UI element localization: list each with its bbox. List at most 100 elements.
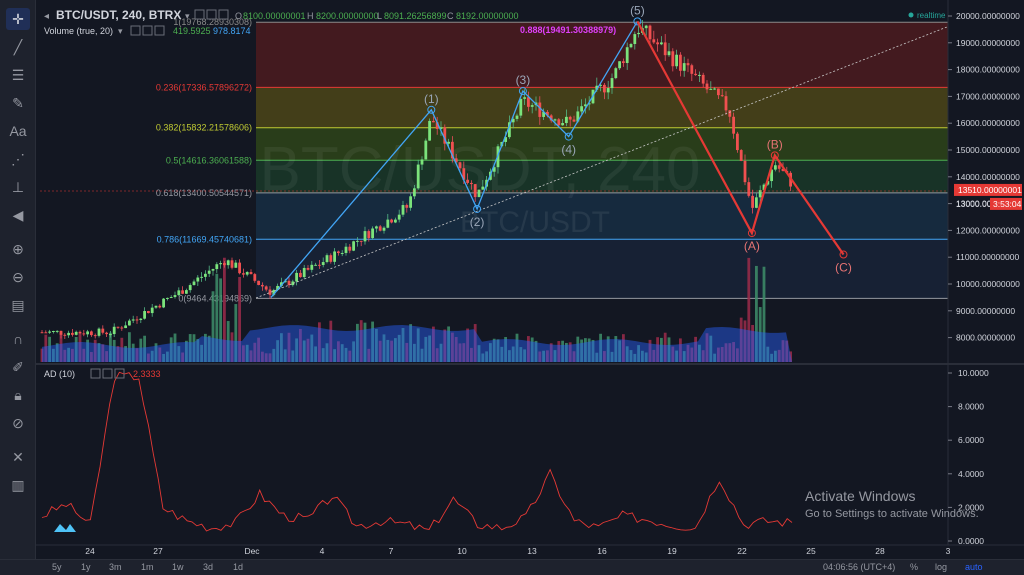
candle-body <box>352 241 355 251</box>
eye-icon[interactable] <box>130 25 141 36</box>
timeframe-5y[interactable]: 5y <box>52 562 62 572</box>
trash-icon[interactable]: ▥ <box>6 474 30 496</box>
candle-body <box>295 272 298 282</box>
candle-body <box>230 260 234 268</box>
candle-body <box>375 226 378 229</box>
candle-body <box>185 290 188 294</box>
wave-label: (C) <box>835 261 852 275</box>
settings-icon[interactable] <box>142 25 153 36</box>
price-tick-label: 14000.00000000 <box>956 172 1020 182</box>
activate-windows-watermark: Activate Windows Go to Settings to activ… <box>805 488 979 520</box>
symbol-title[interactable]: BTC/USDT, 240, BTRX <box>56 8 181 22</box>
price-chart[interactable]: 1(19768.28930308)0.236(17336.57896272)0.… <box>0 0 1024 560</box>
wave-label: (4) <box>561 143 576 157</box>
timeframe-1w[interactable]: 1w <box>172 562 184 572</box>
candle-body <box>428 120 431 141</box>
clock[interactable]: 04:06:56 (UTC+4) <box>823 562 895 572</box>
lock-icon[interactable]: 🔒︎ <box>6 384 30 406</box>
ohlc-h-key: H <box>307 11 314 21</box>
pattern-icon[interactable]: ⋰ <box>6 148 30 170</box>
ad-tick-label: 4.0000 <box>958 469 984 479</box>
zoom-in-icon[interactable]: ⊕ <box>6 238 30 260</box>
ohlc-l-value: 8091.26256899 <box>384 11 447 21</box>
candle-body <box>158 305 162 308</box>
ad-line <box>41 371 793 532</box>
candle-body <box>249 272 253 275</box>
candle-body <box>553 119 557 121</box>
candle-body <box>519 98 523 116</box>
text-tool-icon[interactable]: Aa <box>6 120 30 142</box>
candle-body <box>253 274 257 281</box>
settings-icon[interactable] <box>102 368 113 379</box>
ad-legend[interactable]: AD (10) <box>44 369 75 379</box>
candle-body <box>698 74 701 76</box>
measure-icon[interactable]: ⊥ <box>6 176 30 198</box>
candle-body <box>667 51 671 56</box>
brush-icon[interactable]: ✎ <box>6 92 30 114</box>
candle-body <box>74 331 78 335</box>
candle-body <box>234 262 238 268</box>
candle-body <box>523 97 526 99</box>
candle-body <box>162 298 165 308</box>
candle-body <box>63 334 67 336</box>
candle-body <box>105 332 108 335</box>
chevron-down-icon[interactable]: ▾ <box>185 11 190 21</box>
activate-title: Activate Windows <box>805 488 916 504</box>
zoom-out-icon[interactable]: ⊖ <box>6 266 30 288</box>
volume-legend[interactable]: Volume (true, 20) <box>44 26 113 36</box>
price-tick-label: 11000.00000000 <box>956 252 1019 262</box>
stay-drawing-icon[interactable]: ✐ <box>6 356 30 378</box>
symbol-dropdown-arrow[interactable]: ◂ <box>44 11 49 22</box>
percent-scale-button[interactable]: % <box>910 562 918 572</box>
time-tick-label: 16 <box>597 546 607 556</box>
log-scale-button[interactable]: log <box>935 562 947 572</box>
trend-line-icon[interactable]: ╱ <box>6 36 30 58</box>
crosshair-icon[interactable]: ✛ <box>6 8 30 30</box>
timeframe-1m[interactable]: 1m <box>141 562 154 572</box>
candle-body <box>694 73 697 76</box>
candle-body <box>705 83 709 90</box>
candle-body <box>90 331 93 336</box>
eye-icon[interactable] <box>90 368 101 379</box>
time-tick-label: 28 <box>875 546 885 556</box>
arrow-left-icon[interactable]: ◀ <box>6 204 30 226</box>
timeframe-1d[interactable]: 1d <box>233 562 243 572</box>
candle-body <box>52 330 55 332</box>
fib-level-label: 0.5(14616.36061588) <box>166 155 252 165</box>
candle-body <box>481 186 485 190</box>
candle-body <box>120 327 124 329</box>
cross-tools-icon[interactable]: ✕ <box>6 446 30 468</box>
candle-body <box>359 240 363 242</box>
candle-body <box>261 284 264 287</box>
candle-body <box>610 78 614 89</box>
candle-body <box>561 123 564 126</box>
candle-body <box>124 325 127 329</box>
candle-body <box>603 84 606 93</box>
timeframe-3d[interactable]: 3d <box>203 562 213 572</box>
candle-body <box>78 331 82 334</box>
magnet-icon[interactable]: ∩ <box>6 328 30 350</box>
horizontal-lines-icon[interactable]: ☰ <box>6 64 30 86</box>
candle-body <box>618 61 621 69</box>
ohlc-c-key: C <box>447 11 454 21</box>
ruler-icon[interactable]: ▤ <box>6 294 30 316</box>
candle-body <box>671 51 675 67</box>
drawing-toolbar: ✛ ╱ ☰ ✎ Aa ⋰ ⊥ ◀ ⊕ ⊖ ▤ ∩ ✐ 🔒︎ ⊘ ✕ ▥ <box>0 0 36 560</box>
bottom-bar: 5y 1y 3m 1m 1w 3d 1d 04:06:56 (UTC+4) % … <box>0 559 1024 575</box>
timeframe-1y[interactable]: 1y <box>81 562 91 572</box>
ohlc-h-value: 8200.00000000 <box>316 11 379 21</box>
candle-body <box>557 119 561 126</box>
candle-body <box>207 270 211 274</box>
timeframe-3m[interactable]: 3m <box>109 562 122 572</box>
eye-off-icon[interactable]: ⊘ <box>6 412 30 434</box>
candle-body <box>743 160 747 183</box>
chevron-down-icon[interactable]: ▾ <box>118 26 123 36</box>
volume-value-1: 419.5925 <box>173 26 211 36</box>
auto-scale-button[interactable]: auto <box>965 562 983 572</box>
candle-body <box>633 34 637 45</box>
realtime-dot <box>908 12 914 18</box>
close-icon[interactable] <box>154 25 165 36</box>
ad-value: 2.3333 <box>133 369 161 379</box>
candle-body <box>86 331 89 335</box>
wave-label: (2) <box>470 215 485 229</box>
